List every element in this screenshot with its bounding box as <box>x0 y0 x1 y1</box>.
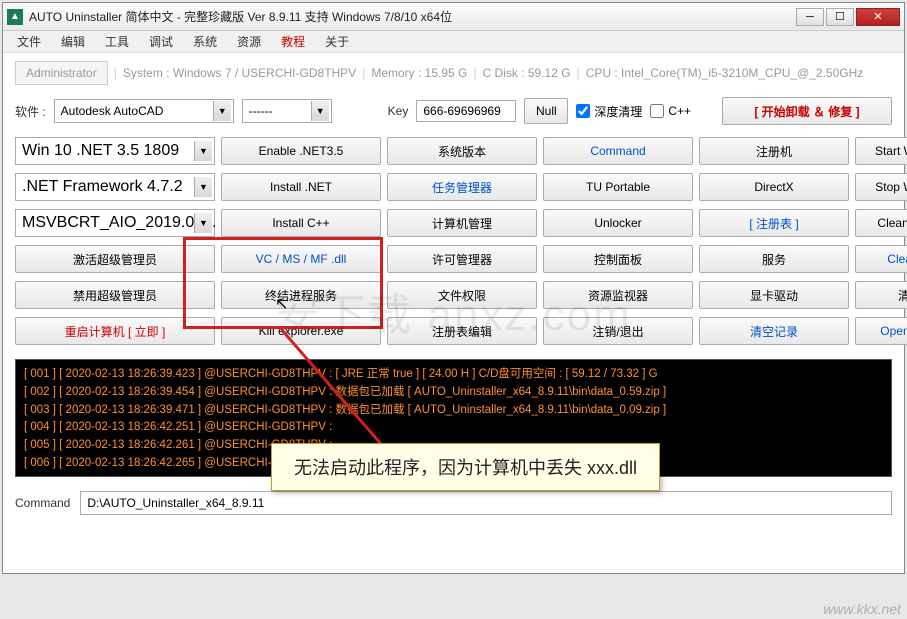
net35-dropdown[interactable]: Win 10 .NET 3.5 1809▼ <box>15 137 215 165</box>
start-defender-button[interactable]: Start Windows Defender <box>855 137 907 165</box>
reboot-button[interactable]: 重启计算机 [ 立即 ] <box>15 317 215 345</box>
logout-button[interactable]: 注销/退出 <box>543 317 693 345</box>
regedit-button[interactable]: 注册表编辑 <box>387 317 537 345</box>
directx-button[interactable]: DirectX <box>699 173 849 201</box>
menu-system[interactable]: 系统 <box>185 31 225 52</box>
button-grid: Win 10 .NET 3.5 1809▼ Enable .NET3.5 系统版… <box>3 129 904 353</box>
close-button[interactable]: ✕ <box>856 8 900 26</box>
year-selected: ------ <box>249 104 273 118</box>
stop-defender-button[interactable]: Stop Windows Defender <box>855 173 907 201</box>
control-panel-button[interactable]: 控制面板 <box>543 245 693 273</box>
chevron-down-icon: ▼ <box>311 101 329 121</box>
install-cpp-button[interactable]: Install C++ <box>221 209 381 237</box>
disable-admin-button[interactable]: 禁用超级管理员 <box>15 281 215 309</box>
menu-resource[interactable]: 资源 <box>229 31 269 52</box>
null-button[interactable]: Null <box>524 98 568 124</box>
activate-admin-button[interactable]: 激活超级管理员 <box>15 245 215 273</box>
kill-explorer-button[interactable]: Kill explorer.exe <box>221 317 381 345</box>
resource-monitor-button[interactable]: 资源监视器 <box>543 281 693 309</box>
menu-edit[interactable]: 编辑 <box>53 31 93 52</box>
unlocker-button[interactable]: Unlocker <box>543 209 693 237</box>
chevron-down-icon: ▼ <box>194 177 212 197</box>
titlebar: ▲ AUTO Uninstaller 简体中文 - 完整珍藏版 Ver 8.9.… <box>3 3 904 31</box>
console-line: [ 004 ] [ 2020-02-13 18:26:42.251 ] @USE… <box>24 419 883 437</box>
software-row: 软件 : Autodesk AutoCAD ▼ ------ ▼ Key 666… <box>3 93 904 129</box>
enable-net35-button[interactable]: Enable .NET3.5 <box>221 137 381 165</box>
gpu-driver-button[interactable]: 显卡驱动 <box>699 281 849 309</box>
software-selected: Autodesk AutoCAD <box>61 104 164 118</box>
sys-cpu: CPU : Intel_Core(TM)_i5-3210M_CPU_@_2.50… <box>586 66 864 80</box>
menu-file[interactable]: 文件 <box>9 31 49 52</box>
menu-about[interactable]: 关于 <box>317 31 357 52</box>
command-label: Command <box>15 496 70 510</box>
window-title: AUTO Uninstaller 简体中文 - 完整珍藏版 Ver 8.9.11… <box>29 8 796 25</box>
menubar: 文件 编辑 工具 调试 系统 资源 教程 关于 <box>3 31 904 53</box>
chevron-down-icon: ▼ <box>194 213 212 233</box>
tu-portable-button[interactable]: TU Portable <box>543 173 693 201</box>
clean-net-button[interactable]: Clean .NET Framework <box>855 209 907 237</box>
software-label: 软件 : <box>15 103 46 120</box>
open-programdata-button[interactable]: Open C:\ProgramData <box>855 317 907 345</box>
chevron-down-icon: ▼ <box>213 101 231 121</box>
app-icon: ▲ <box>7 9 23 25</box>
file-perm-button[interactable]: 文件权限 <box>387 281 537 309</box>
key-input[interactable]: 666-69696969 <box>416 100 516 122</box>
software-dropdown[interactable]: Autodesk AutoCAD ▼ <box>54 99 234 123</box>
command-input[interactable]: D:\AUTO_Uninstaller_x64_8.9.11 <box>80 491 892 515</box>
clean-cpp-button[interactable]: Clean C++ Runtime <box>855 245 907 273</box>
net472-dropdown[interactable]: .NET Framework 4.7.2▼ <box>15 173 215 201</box>
services-button[interactable]: 服务 <box>699 245 849 273</box>
system-version-button[interactable]: 系统版本 <box>387 137 537 165</box>
sys-memory: Memory : 15.95 G <box>371 66 467 80</box>
key-label: Key <box>388 104 409 118</box>
vc-ms-mf-dll-button[interactable]: VC / MS / MF .dll <box>221 245 381 273</box>
deep-clean-checkbox[interactable]: 深度清理 <box>576 103 642 120</box>
menu-debug[interactable]: 调试 <box>141 31 181 52</box>
system-info-bar: Administrator | System : Windows 7 / USE… <box>3 53 904 93</box>
sys-cdisk: C Disk : 59.12 G <box>483 66 571 80</box>
msvbcrt-dropdown[interactable]: MSVBCRT_AIO_2019.09...▼ <box>15 209 215 237</box>
menu-tutorial[interactable]: 教程 <box>273 31 313 52</box>
license-manager-button[interactable]: 许可管理器 <box>387 245 537 273</box>
year-dropdown[interactable]: ------ ▼ <box>242 99 332 123</box>
keygen-button[interactable]: 注册机 <box>699 137 849 165</box>
kill-process-button[interactable]: 终结进程服务 <box>221 281 381 309</box>
computer-manage-button[interactable]: 计算机管理 <box>387 209 537 237</box>
minimize-button[interactable]: ─ <box>796 8 824 26</box>
install-net-button[interactable]: Install .NET <box>221 173 381 201</box>
start-uninstall-button[interactable]: [ 开始卸载 ＆ 修复 ] <box>722 97 892 125</box>
clear-log-button[interactable]: 清空记录 <box>699 317 849 345</box>
clean-registry-button[interactable]: 清理无效注册表 <box>855 281 907 309</box>
cpp-checkbox[interactable]: C++ <box>650 104 691 118</box>
menu-tools[interactable]: 工具 <box>97 31 137 52</box>
registry-button[interactable]: [ 注册表 ] <box>699 209 849 237</box>
annotation-callout: 无法启动此程序，因为计算机中丢失 xxx.dll <box>271 443 660 491</box>
task-manager-button[interactable]: 任务管理器 <box>387 173 537 201</box>
maximize-button[interactable]: ☐ <box>826 8 854 26</box>
command-button[interactable]: Command <box>543 137 693 165</box>
console-line: [ 003 ] [ 2020-02-13 18:26:39.471 ] @USE… <box>24 402 883 420</box>
sys-os: System : Windows 7 / USERCHI-GD8THPV <box>123 66 356 80</box>
chevron-down-icon: ▼ <box>194 141 212 161</box>
console-line: [ 001 ] [ 2020-02-13 18:26:39.423 ] @USE… <box>24 366 883 384</box>
admin-button[interactable]: Administrator <box>15 61 108 85</box>
console-line: [ 002 ] [ 2020-02-13 18:26:39.454 ] @USE… <box>24 384 883 402</box>
watermark-kkx: www.kkx.net <box>823 601 901 617</box>
